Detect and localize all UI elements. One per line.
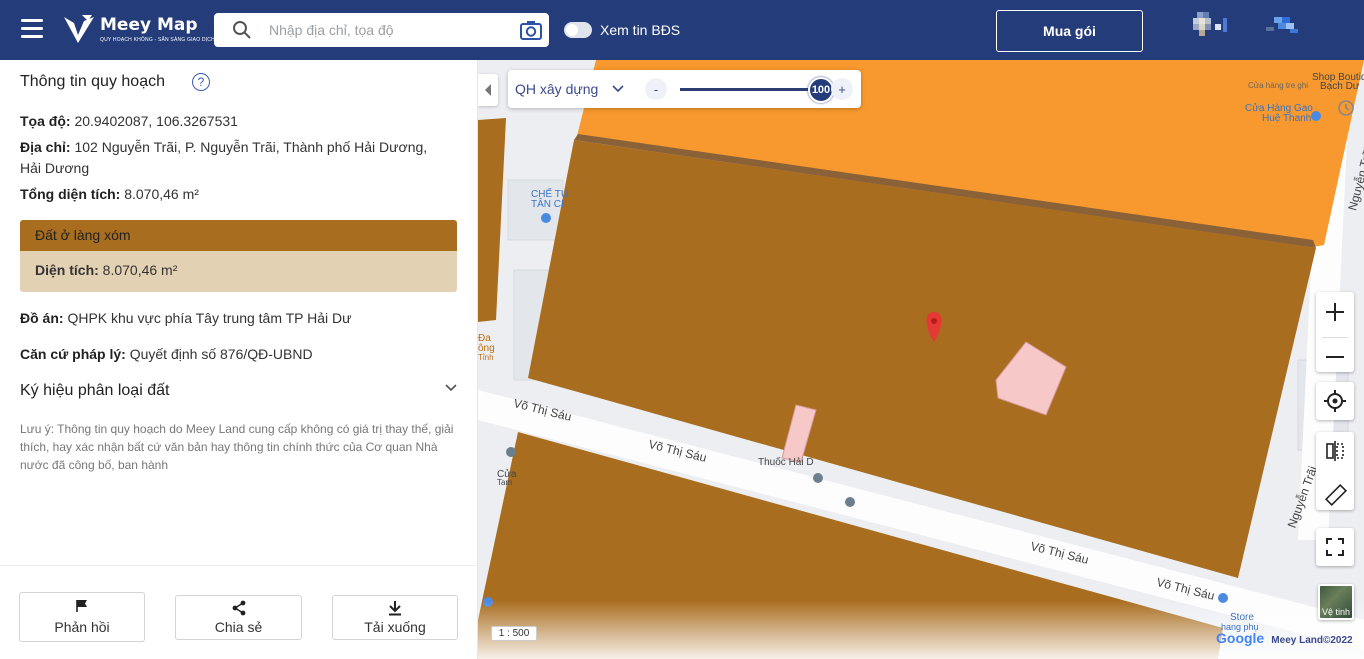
coordinate-row: Tọa độ: 20.9402087, 106.3267531	[20, 111, 238, 132]
download-label: Tải xuống	[364, 619, 426, 635]
coordinate-value: 20.9402087, 106.3267531	[74, 113, 238, 129]
coordinate-label: Tọa độ:	[20, 113, 71, 129]
compare-icon[interactable]	[1316, 432, 1354, 470]
planning-info-panel: Thông tin quy hoạch ? Tọa độ: 20.9402087…	[0, 60, 478, 659]
land-legend-toggle[interactable]: Ký hiệu phân loại đất	[20, 382, 169, 400]
zoom-in-icon[interactable]	[1316, 292, 1354, 332]
total-area-value: 8.070,46 m²	[124, 186, 199, 202]
panel-footer: Phản hồi Chia sẻ Tải xuống	[0, 565, 478, 659]
share-label: Chia sẻ	[214, 619, 263, 635]
logo[interactable]: Meey Map QUY HOẠCH KHÔNG - SẴN SÀNG GIAO…	[62, 13, 215, 47]
my-location-button[interactable]	[1316, 382, 1354, 420]
poi-label: TÂN CI	[531, 199, 564, 210]
avatar[interactable]	[1193, 12, 1229, 40]
poi-label: Cửa hàng tre ghi	[1248, 81, 1309, 90]
feedback-button[interactable]: Phản hồi	[19, 592, 145, 642]
logo-mark-icon	[64, 15, 94, 43]
land-area-label: Diện tích:	[35, 262, 99, 278]
logo-tagline: QUY HOẠCH KHÔNG - SẴN SÀNG GIAO DỊCH	[100, 37, 215, 43]
meey-attribution: Meey Land©2022	[1271, 635, 1353, 646]
crosshair-icon	[1324, 390, 1346, 412]
fullscreen-icon	[1326, 538, 1344, 556]
menu-icon[interactable]	[21, 19, 43, 39]
address-label: Địa chỉ:	[20, 139, 71, 155]
opacity-slider[interactable]	[680, 88, 822, 91]
project-row: Đồ án: QHPK khu vực phía Tây trung tâm T…	[20, 308, 352, 329]
help-icon[interactable]: ?	[192, 73, 210, 91]
camera-icon[interactable]	[520, 19, 542, 41]
fullscreen-button[interactable]	[1316, 528, 1354, 566]
address-value: 102 Nguyễn Trãi, P. Nguyễn Trãi, Thành p…	[74, 139, 428, 155]
share-icon	[232, 600, 245, 616]
poi-label: Tam	[497, 478, 513, 487]
map-canvas[interactable]	[478, 60, 1364, 659]
poi-label: Bạch Dư	[1320, 81, 1360, 92]
land-type: Đất ở làng xóm	[20, 220, 457, 251]
collapse-panel-button[interactable]	[478, 74, 498, 106]
share-button[interactable]: Chia sẻ	[175, 595, 302, 640]
search-input[interactable]	[269, 19, 509, 41]
land-use-card: Đất ở làng xóm Diện tích: 8.070,46 m²	[20, 220, 457, 292]
feedback-label: Phản hồi	[54, 619, 110, 635]
panel-title: Thông tin quy hoạch	[20, 73, 165, 90]
search-box	[214, 13, 549, 47]
opacity-increase-button[interactable]: +	[831, 78, 853, 100]
land-area-value: 8.070,46 m²	[102, 262, 178, 278]
address-value-line2: Hải Dương	[20, 160, 90, 176]
legal-basis-label: Căn cứ pháp lý:	[20, 346, 126, 362]
listing-toggle-label: Xem tin BĐS	[600, 22, 681, 38]
opacity-decrease-button[interactable]: -	[645, 78, 667, 100]
zoom-out-icon[interactable]	[1316, 338, 1354, 377]
search-icon[interactable]	[232, 20, 252, 40]
zoom-control	[1316, 292, 1354, 372]
poi-label: Huệ Thanh	[1262, 113, 1312, 124]
chevron-down-icon[interactable]	[444, 383, 458, 393]
top-bar: Meey Map QUY HOẠCH KHÔNG - SẴN SÀNG GIAO…	[0, 0, 1364, 60]
poi-label: Thuốc Hải D	[758, 457, 814, 468]
disclaimer-note: Lưu ý: Thông tin quy hoạch do Meey Land …	[20, 422, 454, 472]
total-area-row: Tổng diện tích: 8.070,46 m²	[20, 184, 199, 205]
map-view[interactable]: Võ Thị Sáu Võ Thị Sáu Võ Thị Sáu Võ Thị …	[478, 60, 1364, 659]
chevron-left-icon	[485, 84, 491, 96]
project-label: Đồ án:	[20, 310, 64, 326]
avatar[interactable]	[1264, 15, 1300, 43]
layer-select[interactable]: QH xây dựng	[515, 81, 598, 97]
total-area-label: Tổng diện tích:	[20, 186, 121, 202]
buy-package-button[interactable]: Mua gói	[996, 10, 1143, 52]
legal-basis-row: Căn cứ pháp lý: Quyết định số 876/QĐ-UBN…	[20, 344, 313, 365]
logo-name: Meey Map	[100, 15, 198, 35]
flag-icon	[76, 600, 87, 612]
satellite-label: Vệ tinh	[1321, 607, 1351, 617]
ruler-icon[interactable]	[1316, 475, 1354, 515]
land-area-row: Diện tích: 8.070,46 m²	[20, 251, 457, 292]
poi-label: Tỉnh	[478, 353, 494, 362]
chevron-down-icon[interactable]	[612, 85, 624, 93]
history-icon[interactable]	[1336, 98, 1356, 118]
legal-basis-value: Quyết định số 876/QĐ-UBND	[129, 346, 313, 362]
map-scale: 1 : 500	[491, 626, 537, 641]
map-attribution: Google Meey Land©2022	[1216, 630, 1353, 646]
planning-layer-bar: QH xây dựng - 100 +	[508, 70, 861, 108]
download-button[interactable]: Tải xuống	[332, 595, 458, 640]
download-icon	[389, 601, 401, 616]
google-logo: Google	[1216, 630, 1265, 646]
project-value: QHPK khu vực phía Tây trung tâm TP Hải D…	[67, 310, 352, 326]
listing-toggle[interactable]	[564, 22, 592, 38]
address-row: Địa chỉ: 102 Nguyễn Trãi, P. Nguyễn Trãi…	[20, 137, 460, 179]
map-tools	[1316, 432, 1354, 510]
satellite-toggle[interactable]: Vệ tinh	[1318, 584, 1354, 620]
